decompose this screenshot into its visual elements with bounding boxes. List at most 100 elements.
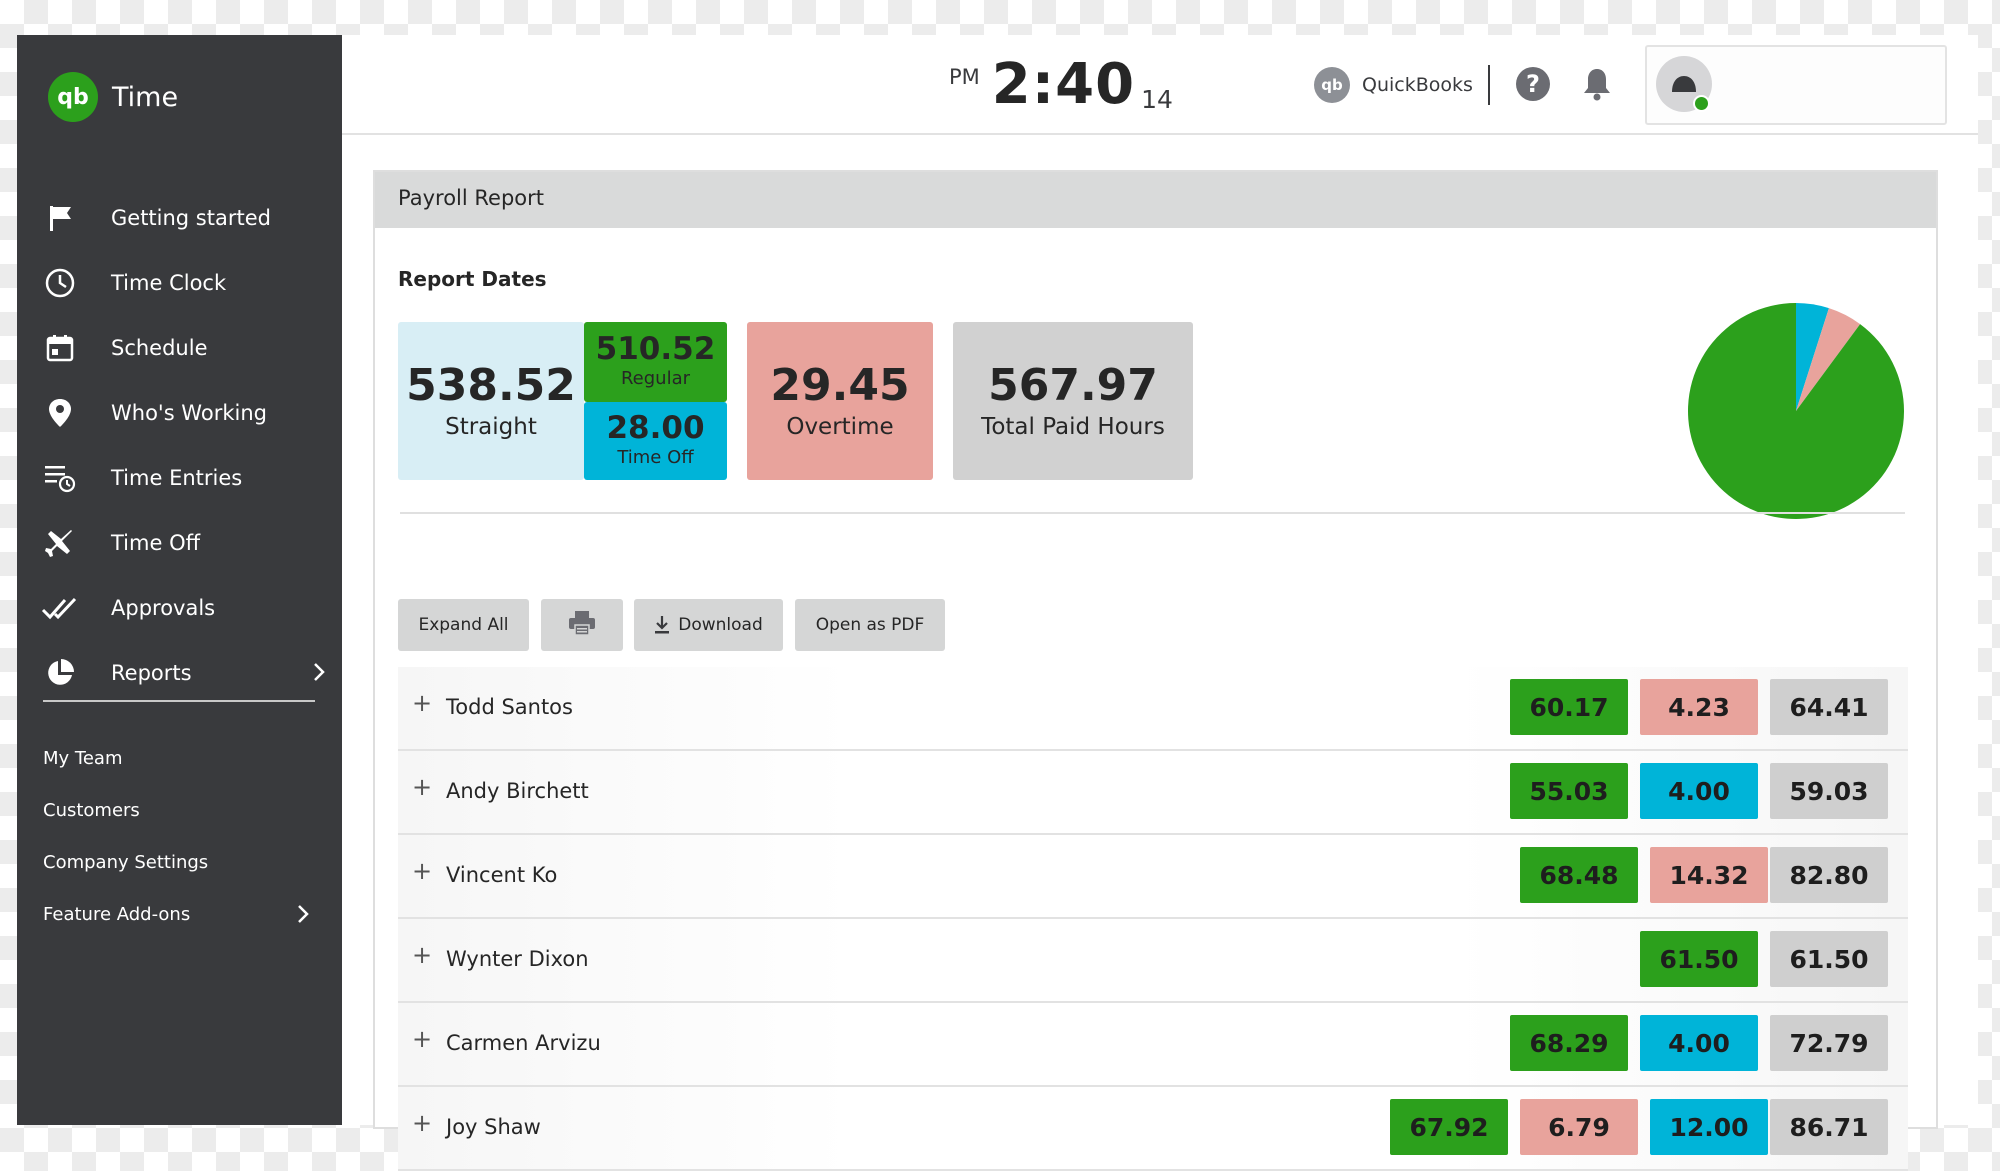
location-pin-icon <box>41 394 79 432</box>
sidebar-item-company-settings[interactable]: Company Settings <box>43 836 315 888</box>
expand-row-icon[interactable]: + <box>412 1025 432 1053</box>
sidebar-item-reports[interactable]: Reports <box>41 640 331 705</box>
time-off-hours-cell: 4.00 <box>1640 763 1758 819</box>
quickbooks-link[interactable]: qb QuickBooks <box>1314 67 1473 103</box>
sidebar: qb Time Getting started Time Clock Sched… <box>17 35 342 1125</box>
help-icon[interactable]: ? <box>1516 67 1550 101</box>
expand-row-icon[interactable]: + <box>412 773 432 801</box>
hours-cells: 61.50 61.50 <box>1640 931 1888 987</box>
hours-cells: 68.48 14.32 82.80 <box>1520 847 1888 903</box>
expand-row-icon[interactable]: + <box>412 689 432 717</box>
sidebar-item-time-off[interactable]: Time Off <box>41 510 331 575</box>
table-row[interactable]: + Wynter Dixon 61.50 61.50 <box>398 919 1908 1003</box>
sidebar-item-label: Feature Add-ons <box>43 903 191 925</box>
table-row[interactable]: + Carmen Arvizu 68.29 4.00 72.79 <box>398 1003 1908 1087</box>
brand[interactable]: qb Time <box>48 71 178 123</box>
app-window: qb Time Getting started Time Clock Sched… <box>17 35 1978 1171</box>
bell-icon[interactable] <box>1580 66 1614 102</box>
expand-all-button[interactable]: Expand All <box>398 599 529 651</box>
employee-rows: + Todd Santos 60.17 4.23 64.41 + Andy Bi… <box>398 667 1908 1171</box>
total-hours-cell: 86.71 <box>1770 1099 1888 1155</box>
payroll-report-panel: Payroll Report Report Dates 538.52 Strai… <box>373 170 1938 1171</box>
profile-menu[interactable] <box>1645 45 1947 125</box>
table-row[interactable]: + Vincent Ko 68.48 14.32 82.80 <box>398 835 1908 919</box>
calendar-icon <box>41 329 79 367</box>
regular-hours-card: 510.52 Regular <box>584 322 727 402</box>
hours-pie-chart <box>1688 303 1904 519</box>
chevron-right-icon <box>307 660 331 684</box>
regular-hours-cell: 68.29 <box>1510 1015 1628 1071</box>
hours-cells: 68.29 4.00 72.79 <box>1510 1015 1888 1071</box>
total-paid-hours-card: 567.97 Total Paid Hours <box>953 322 1193 480</box>
download-icon <box>654 615 670 635</box>
app-name: Time <box>112 81 179 113</box>
sidebar-item-label: Who's Working <box>111 400 267 425</box>
section-divider <box>400 512 1905 514</box>
online-status-dot <box>1693 95 1710 112</box>
download-button[interactable]: Download <box>634 599 783 651</box>
pie-slice-regular <box>1688 303 1904 519</box>
quickbooks-label: QuickBooks <box>1362 74 1473 96</box>
sidebar-item-label: Approvals <box>111 595 216 620</box>
quickbooks-icon: qb <box>1314 67 1350 103</box>
panel-header: Payroll Report <box>375 172 1936 228</box>
clock-seconds: 14 <box>1141 85 1173 114</box>
sidebar-item-time-entries[interactable]: Time Entries <box>41 445 331 510</box>
regular-hours-cell: 60.17 <box>1510 679 1628 735</box>
straight-label: Straight <box>445 414 537 440</box>
main-nav: Getting started Time Clock Schedule Who'… <box>41 185 331 705</box>
time-entries-icon <box>41 459 79 497</box>
total-paid-value: 567.97 <box>988 360 1158 411</box>
sidebar-item-my-team[interactable]: My Team <box>43 732 315 784</box>
sidebar-item-label: My Team <box>43 747 123 769</box>
brand-logo-text: qb <box>57 84 89 110</box>
straight-hours-card: 538.52 Straight <box>398 322 584 480</box>
open-as-pdf-button[interactable]: Open as PDF <box>795 599 945 651</box>
regular-label: Regular <box>620 368 691 389</box>
table-row[interactable]: + Todd Santos 60.17 4.23 64.41 <box>398 667 1908 751</box>
table-row[interactable]: + Andy Birchett 55.03 4.00 59.03 <box>398 751 1908 835</box>
employee-name: Joy Shaw <box>446 1115 541 1139</box>
overtime-label: Overtime <box>786 414 894 440</box>
employee-name: Wynter Dixon <box>446 947 589 971</box>
sidebar-item-label: Time Entries <box>111 465 243 490</box>
double-check-icon <box>41 589 79 627</box>
employee-name: Carmen Arvizu <box>446 1031 601 1055</box>
total-hours-cell: 59.03 <box>1770 763 1888 819</box>
table-row[interactable]: + Joy Shaw 67.92 6.79 12.00 86.71 <box>398 1087 1908 1171</box>
sidebar-item-getting-started[interactable]: Getting started <box>41 185 331 250</box>
sidebar-item-whos-working[interactable]: Who's Working <box>41 380 331 445</box>
sidebar-item-label: Time Off <box>111 530 201 555</box>
expand-row-icon[interactable]: + <box>412 1109 432 1137</box>
header-divider <box>1488 65 1490 105</box>
regular-value: 510.52 <box>595 331 716 367</box>
employee-name: Andy Birchett <box>446 779 589 803</box>
total-hours-cell: 61.50 <box>1770 931 1888 987</box>
sidebar-item-schedule[interactable]: Schedule <box>41 315 331 380</box>
print-button[interactable] <box>541 599 623 651</box>
total-hours-cell: 82.80 <box>1770 847 1888 903</box>
total-hours-cell: 72.79 <box>1770 1015 1888 1071</box>
expand-row-icon[interactable]: + <box>412 941 432 969</box>
sidebar-item-approvals[interactable]: Approvals <box>41 575 331 640</box>
sidebar-item-label: Reports <box>111 660 192 685</box>
expand-row-icon[interactable]: + <box>412 857 432 885</box>
sidebar-item-time-clock[interactable]: Time Clock <box>41 250 331 315</box>
sidebar-item-feature-add-ons[interactable]: Feature Add-ons <box>43 888 315 940</box>
quickbooks-icon-text: qb <box>1321 76 1343 94</box>
chevron-right-icon <box>291 902 315 926</box>
sidebar-item-label: Time Clock <box>111 270 227 295</box>
clock-ampm: PM <box>949 65 980 89</box>
hours-cells: 67.92 6.79 12.00 86.71 <box>1390 1099 1888 1155</box>
sidebar-item-customers[interactable]: Customers <box>43 784 315 836</box>
panel-title: Payroll Report <box>398 186 544 210</box>
total-hours-cell: 64.41 <box>1770 679 1888 735</box>
clock-time: 2:40 <box>991 52 1136 117</box>
sidebar-item-label: Schedule <box>111 335 208 360</box>
report-dates-heading: Report Dates <box>398 267 547 291</box>
regular-hours-cell: 67.92 <box>1390 1099 1508 1155</box>
overtime-hours-cell: 14.32 <box>1650 847 1768 903</box>
sidebar-divider <box>43 700 315 702</box>
employee-name: Vincent Ko <box>446 863 558 887</box>
overtime-hours-cell: 4.23 <box>1640 679 1758 735</box>
